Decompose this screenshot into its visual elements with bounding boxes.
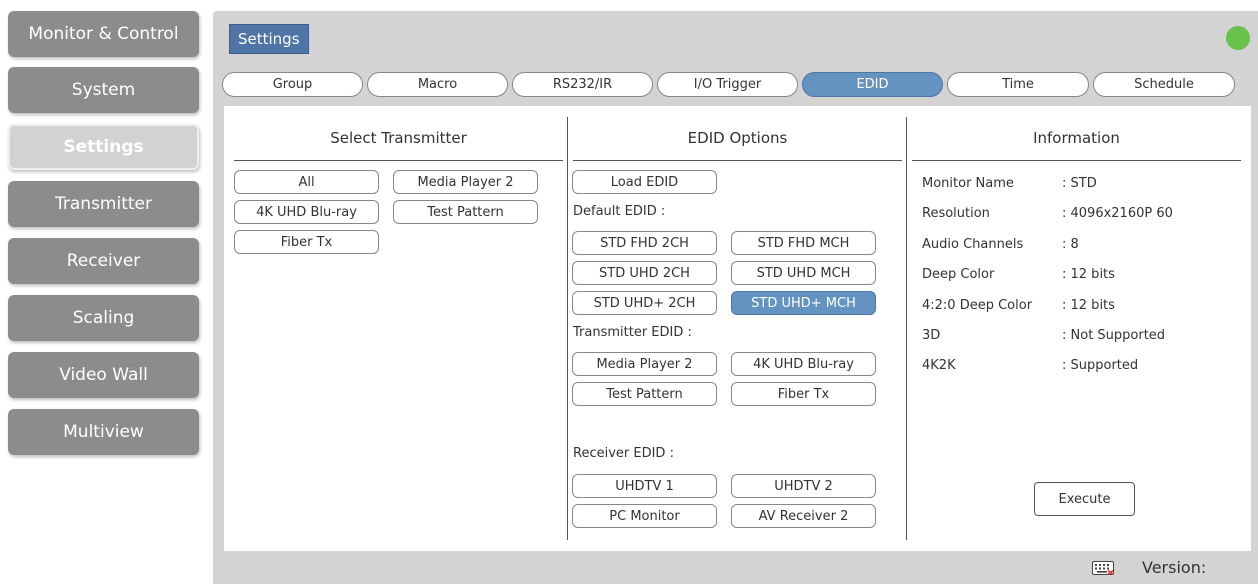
receiver-edid-label: Receiver EDID : <box>573 446 674 461</box>
uhdtv-2-button[interactable]: UHDTV 2 <box>731 474 876 498</box>
execute-button[interactable]: Execute <box>1034 482 1135 516</box>
section-underline <box>912 160 1241 161</box>
transmitter-test-pattern-button[interactable]: Test Pattern <box>393 200 538 224</box>
section-underline <box>234 160 563 161</box>
pc-monitor-button[interactable]: PC Monitor <box>572 504 717 528</box>
info-resolution-value: : 4096x2160P 60 <box>1062 206 1173 221</box>
column-divider <box>567 117 568 540</box>
transmitter-all-button[interactable]: All <box>234 170 379 194</box>
version-label: Version: <box>1142 558 1207 577</box>
info-deep-color-key: Deep Color <box>922 267 995 282</box>
transmitter-4k-uhd-bluray-button[interactable]: 4K UHD Blu-ray <box>234 200 379 224</box>
info-audio-channels-key: Audio Channels <box>922 237 1024 252</box>
transmitter-media-player-2-button[interactable]: Media Player 2 <box>393 170 538 194</box>
transmitter-edid-label: Transmitter EDID : <box>573 325 692 340</box>
default-edid-label: Default EDID : <box>573 204 666 219</box>
tab-group[interactable]: Group <box>222 72 363 97</box>
uhdtv-1-button[interactable]: UHDTV 1 <box>572 474 717 498</box>
select-transmitter-title: Select Transmitter <box>330 129 467 147</box>
info-4k2k-key: 4K2K <box>922 358 956 373</box>
page-title: Settings <box>229 24 309 54</box>
keyboard-icon[interactable] <box>1092 561 1114 575</box>
tab-schedule[interactable]: Schedule <box>1093 72 1235 97</box>
load-edid-button[interactable]: Load EDID <box>572 170 717 194</box>
std-uhd-mch-button[interactable]: STD UHD MCH <box>731 261 876 285</box>
tab-edid[interactable]: EDID <box>802 72 943 97</box>
std-uhd-plus-mch-button[interactable]: STD UHD+ MCH <box>731 291 876 315</box>
edid-test-pattern-button[interactable]: Test Pattern <box>572 382 717 406</box>
edid-4k-uhd-bluray-button[interactable]: 4K UHD Blu-ray <box>731 352 876 376</box>
sidebar-item-multiview[interactable]: Multiview <box>8 409 199 455</box>
info-monitor-name-key: Monitor Name <box>922 176 1014 191</box>
info-resolution-key: Resolution <box>922 206 990 221</box>
info-3d-key: 3D <box>922 328 941 343</box>
tab-io-trigger[interactable]: I/O Trigger <box>657 72 798 97</box>
info-420-deep-color-key: 4:2:0 Deep Color <box>922 298 1033 313</box>
info-3d-value: : Not Supported <box>1062 328 1166 343</box>
column-divider <box>906 117 907 540</box>
std-fhd-mch-button[interactable]: STD FHD MCH <box>731 231 876 255</box>
sidebar-item-transmitter[interactable]: Transmitter <box>8 181 199 227</box>
info-audio-channels-value: : 8 <box>1062 237 1079 252</box>
info-deep-color-value: : 12 bits <box>1062 267 1115 282</box>
edid-media-player-2-button[interactable]: Media Player 2 <box>572 352 717 376</box>
sidebar-item-scaling[interactable]: Scaling <box>8 295 199 341</box>
std-fhd-2ch-button[interactable]: STD FHD 2CH <box>572 231 717 255</box>
sidebar-item-receiver[interactable]: Receiver <box>8 238 199 284</box>
section-underline <box>573 160 902 161</box>
tab-rs232-ir[interactable]: RS232/IR <box>512 72 653 97</box>
edid-options-title: EDID Options <box>687 129 788 147</box>
info-4k2k-value: : Supported <box>1062 358 1139 373</box>
sidebar-item-video-wall[interactable]: Video Wall <box>8 352 199 398</box>
sidebar-item-system[interactable]: System <box>8 67 199 113</box>
av-receiver-2-button[interactable]: AV Receiver 2 <box>731 504 876 528</box>
sidebar-item-monitor-control[interactable]: Monitor & Control <box>8 11 199 57</box>
std-uhd-2ch-button[interactable]: STD UHD 2CH <box>572 261 717 285</box>
transmitter-fiber-tx-button[interactable]: Fiber Tx <box>234 230 379 254</box>
tab-macro[interactable]: Macro <box>367 72 508 97</box>
information-title: Information <box>1033 129 1120 147</box>
sidebar-item-settings[interactable]: Settings <box>8 124 199 170</box>
info-monitor-name-value: : STD <box>1062 176 1097 191</box>
info-420-deep-color-value: : 12 bits <box>1062 298 1115 313</box>
status-indicator-icon <box>1226 26 1250 50</box>
std-uhd-plus-2ch-button[interactable]: STD UHD+ 2CH <box>572 291 717 315</box>
tab-time[interactable]: Time <box>947 72 1089 97</box>
edid-fiber-tx-button[interactable]: Fiber Tx <box>731 382 876 406</box>
